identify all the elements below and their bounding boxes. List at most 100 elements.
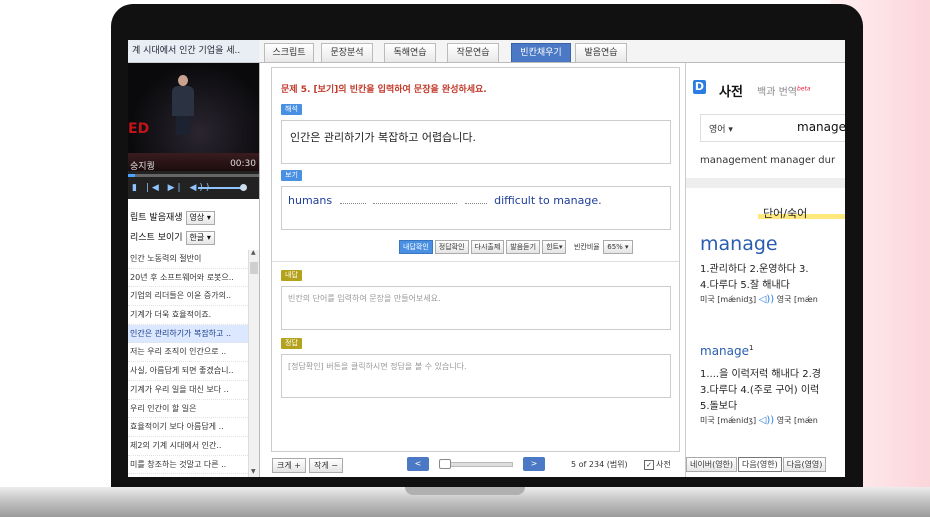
app-screen: 계 시대에서 인간 기업을 세.. ED 숭지퀑 00:30 ▮ |◀ ▶| ◀… xyxy=(128,40,845,477)
list-label: 리스트 보이기 xyxy=(130,233,183,243)
example-label: 보기 xyxy=(281,170,302,181)
sentence-end: difficult to manage. xyxy=(494,194,602,207)
list-lang-value: 한글 xyxy=(189,233,205,242)
next-button[interactable]: > xyxy=(523,457,545,471)
pronunciation-value: 영상 xyxy=(189,213,205,222)
sentence-slider[interactable] xyxy=(441,462,513,467)
entry2-word[interactable]: manage1 xyxy=(700,344,753,358)
my-answer-input[interactable]: 빈칸의 단어를 입력하여 문장을 만들어보세요. xyxy=(281,286,671,330)
video-player[interactable]: ED 숭지퀑 00:30 xyxy=(128,63,259,172)
tab-daum-enko[interactable]: 다음(영한) xyxy=(738,457,782,472)
sentence-list-item[interactable]: 우리 인간이 할 일은 xyxy=(128,400,248,419)
seek-bar[interactable] xyxy=(128,174,259,177)
tab-sentence-analysis[interactable]: 문장분석 xyxy=(321,43,373,62)
tab-daum-enen[interactable]: 다음(영영) xyxy=(782,457,827,472)
entry2-pronunciation: 미국 [mǽnidʒ] ◁)) 영국 [mǽn xyxy=(700,415,818,426)
correct-answer-box: [정답확인] 버튼을 클릭하시면 정답을 볼 수 있습니다. xyxy=(281,354,671,398)
speaker-figure xyxy=(172,75,194,135)
tab-writing[interactable]: 작문연습 xyxy=(447,43,499,62)
sentence-list-item[interactable]: 제2의 기계 시대에서 인간.. xyxy=(128,437,248,456)
uk-pron: 영국 [mǽn xyxy=(776,295,818,304)
sentence-list-item[interactable]: 효율적이기 보다 아름답게 .. xyxy=(128,418,248,437)
listen-button[interactable]: 발음듣기 xyxy=(506,240,541,254)
hint-button[interactable]: 힌트▾ xyxy=(542,240,567,254)
laptop-notch xyxy=(405,487,525,495)
lecture-title[interactable]: 계 시대에서 인간 기업을 세.. xyxy=(128,40,259,63)
scroll-down-icon[interactable]: ▼ xyxy=(251,468,256,475)
scroll-up-icon[interactable]: ▲ xyxy=(251,249,256,256)
list-scrollbar[interactable]: ▲ ▼ xyxy=(248,249,259,477)
sentence-list-item[interactable]: 저는 우리 조직이 인간으로 .. xyxy=(128,343,248,363)
tab-bar: 스크립트 문장분석 독해연습 작문연습 빈칸채우기 발음연습 xyxy=(259,40,845,63)
us-pron-2: 미국 [mǽnidʒ] xyxy=(700,416,757,425)
sentence-list-item[interactable]: 아름다움이란 어려운 개념이.. xyxy=(128,474,248,477)
font-bigger-button[interactable]: 크게 + xyxy=(272,458,306,473)
check-icon: ✓ xyxy=(644,460,654,470)
tab-reading[interactable]: 독해연습 xyxy=(384,43,436,62)
sentence-list: 인간 노동력의 절반이 20년 후 소프트웨어와 로봇으.. 기업의 리더들은 이윤… xyxy=(128,250,248,477)
dict-source-tabs: 네이버(영한) 다음(영한) 다음(영영) xyxy=(686,457,827,472)
video-controls: ▮ |◀ ▶| ◀)) xyxy=(128,171,259,199)
sentence-list-item[interactable]: 인간 노동력의 절반이 xyxy=(128,250,248,269)
list-option: 리스트 보이기 한글 ▾ xyxy=(130,230,215,245)
check-my-answer-button[interactable]: 내답확인 xyxy=(399,240,433,254)
sentence-list-item[interactable]: 기업의 리더들은 이윤 증가의.. xyxy=(128,287,248,307)
font-smaller-button[interactable]: 작게 − xyxy=(309,458,343,473)
correct-answer-label: 정답 xyxy=(281,338,302,349)
daum-dict-logo-icon: D xyxy=(693,80,706,94)
video-time: 00:30 xyxy=(230,159,256,169)
ratio-label: 빈칸비율 xyxy=(573,243,600,251)
exercise-buttons: 내답확인 정답확인 다시출제 발음듣기 힌트▾ 빈칸비율 65% ▾ xyxy=(399,239,635,254)
pronunciation-select[interactable]: 영상 ▾ xyxy=(185,211,215,225)
sentence-list-item[interactable]: 사실, 아름답게 되면 좋겠습니.. xyxy=(128,362,248,381)
left-panel: 계 시대에서 인간 기업을 세.. ED 숭지퀑 00:30 ▮ |◀ ▶| ◀… xyxy=(128,40,260,477)
blank-1[interactable] xyxy=(339,193,366,204)
divider xyxy=(272,261,679,262)
slider-knob[interactable] xyxy=(439,459,451,469)
dict-checkbox[interactable]: ✓ 사전 xyxy=(644,459,671,470)
entry-pronunciation: 미국 [mǽnidʒ] ◁)) 영국 [mǽn xyxy=(700,294,818,305)
sentence-list-item[interactable]: 미를 창조하는 것말고 다른 .. xyxy=(128,456,248,475)
dict-divider xyxy=(686,178,845,188)
blank-2[interactable] xyxy=(373,193,458,204)
speaker-icon[interactable]: ◁)) xyxy=(759,415,775,426)
volume-knob[interactable] xyxy=(240,184,247,191)
entry2-word-text: manage xyxy=(700,344,750,358)
example-box: humans difficult to manage. xyxy=(281,186,671,230)
entry-meaning-1: 1.관리하다 2.운영하다 3. xyxy=(700,264,809,275)
check-answer-button[interactable]: 정답확인 xyxy=(434,240,469,254)
sentence-list-item[interactable]: 기계가 더욱 효율적이죠. xyxy=(128,306,248,325)
retry-button[interactable]: 다시출제 xyxy=(470,240,505,254)
entry2-sup: 1 xyxy=(749,344,754,352)
pronunciation-option: 립트 발음재생 영상 ▾ xyxy=(130,210,215,225)
sentence-list-item[interactable]: 20년 후 소프트웨어와 로봇으.. xyxy=(128,269,248,288)
uk-pron-2: 영국 [mǽn xyxy=(776,416,818,425)
dict-suggestions[interactable]: management manager dur xyxy=(700,155,835,166)
dict-check-label: 사전 xyxy=(656,460,671,469)
scroll-thumb[interactable] xyxy=(250,262,258,274)
list-lang-select[interactable]: 한글 ▾ xyxy=(185,231,215,245)
sentence-list-item[interactable]: 인간은 관리하기가 복잡하고 .. xyxy=(128,324,248,344)
sentence-list-item[interactable]: 기계가 우리 일을 대신 보다 .. xyxy=(128,381,248,400)
korean-sentence: 인간은 관리하기가 복잡하고 어렵습니다. xyxy=(290,131,477,144)
tab-script[interactable]: 스크립트 xyxy=(264,43,314,62)
entry-word[interactable]: manage xyxy=(700,233,778,255)
dict-query[interactable]: manage xyxy=(797,120,845,134)
dict-section-title: 단어/숙어 xyxy=(763,207,808,220)
blank-3[interactable] xyxy=(464,193,487,204)
dict-subtitle[interactable]: 백과 번역beta xyxy=(757,83,811,98)
prev-button[interactable]: < xyxy=(407,457,429,471)
tab-fill-blank[interactable]: 빈칸채우기 xyxy=(511,43,571,62)
volume-slider[interactable] xyxy=(198,187,242,189)
dict-search-box[interactable]: 영어 ▾ manage xyxy=(700,114,845,142)
tab-naver[interactable]: 네이버(영한) xyxy=(686,457,738,472)
entry2-meaning-1: 1....을 이럭저럭 해내다 2.경 xyxy=(700,369,821,380)
entry2-meaning-2: 3.다루다 4.(주로 구어) 이럭 xyxy=(700,385,820,396)
dict-subtitle-text: 백과 번역 xyxy=(757,87,797,98)
speaker-icon[interactable]: ◁)) xyxy=(759,294,775,305)
dict-lang-select[interactable]: 영어 ▾ xyxy=(709,122,733,135)
tab-pronunciation[interactable]: 발음연습 xyxy=(575,43,627,62)
answer-placeholder: 빈칸의 단어를 입력하여 문장을 만들어보세요. xyxy=(288,294,441,303)
ratio-select[interactable]: 65% ▾ xyxy=(603,240,633,254)
entry-meaning-2: 4.다루다 5.잘 해내다 xyxy=(700,280,790,291)
